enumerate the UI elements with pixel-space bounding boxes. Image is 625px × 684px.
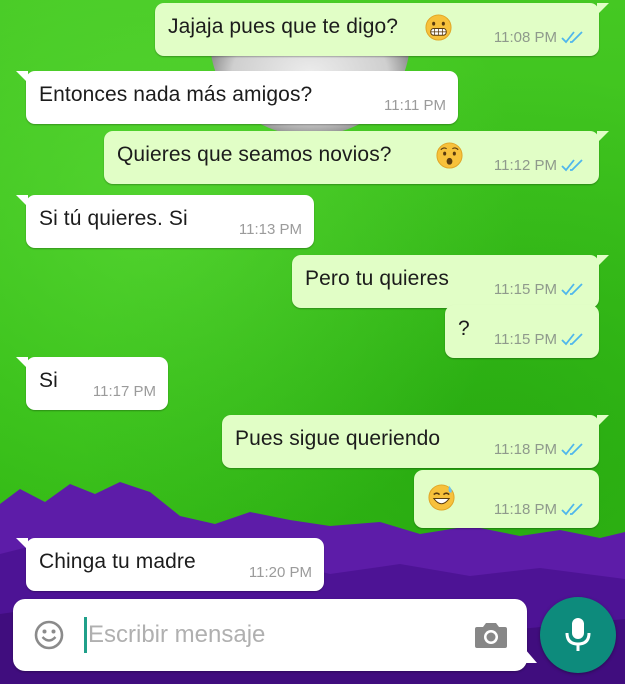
- message-bubble-outgoing[interactable]: 11:18 PM: [414, 470, 599, 528]
- message-bubble-incoming[interactable]: Si tú quieres. Si 11:13 PM: [16, 195, 314, 248]
- voice-record-button[interactable]: [540, 597, 616, 673]
- hushed-face-icon: [436, 142, 463, 169]
- double-check-read-icon: [561, 502, 583, 515]
- message-meta: 11:15 PM: [494, 331, 585, 348]
- message-meta: 11:15 PM: [494, 281, 585, 298]
- message-meta: 11:18 PM: [494, 501, 585, 518]
- message-composer: [13, 599, 537, 671]
- camera-icon[interactable]: [473, 620, 509, 650]
- double-check-read-icon: [561, 442, 583, 455]
- message-bubble-incoming[interactable]: Chinga tu madre 11:20 PM: [16, 538, 324, 591]
- message-bubble-outgoing[interactable]: Pero tu quieres 11:15 PM: [292, 255, 609, 308]
- message-time: 11:11 PM: [384, 97, 446, 114]
- grimacing-face-icon: [425, 14, 452, 41]
- double-check-read-icon: [561, 282, 583, 295]
- message-meta: 11:12 PM: [494, 157, 585, 174]
- double-check-read-icon: [561, 30, 583, 43]
- message-bubble-outgoing[interactable]: Pues sigue queriendo 11:18 PM: [222, 415, 609, 468]
- message-text: Pues sigue queriendo: [235, 427, 441, 450]
- message-time: 11:18 PM: [493, 501, 557, 518]
- message-bubble-incoming[interactable]: Entonces nada más amigos? 11:11 PM: [16, 71, 458, 124]
- text-cursor: [84, 617, 87, 653]
- message-time: 11:15 PM: [493, 331, 557, 348]
- message-time: 11:18 PM: [493, 441, 557, 458]
- smiley-icon[interactable]: [33, 619, 65, 651]
- message-bubble-outgoing[interactable]: Jajaja pues que te digo? 11:08 PM: [155, 3, 609, 56]
- message-meta: 11:08 PM: [494, 29, 585, 46]
- message-time: 11:17 PM: [92, 383, 156, 400]
- message-text: Pero tu quieres: [305, 267, 449, 290]
- message-text: Si: [39, 369, 58, 392]
- double-check-read-icon: [561, 332, 583, 345]
- grinning-sweat-face-icon: [428, 484, 455, 511]
- message-text: Quieres que seamos novios?: [117, 143, 392, 166]
- message-bubble-outgoing[interactable]: Quieres que seamos novios? 11:12 PM: [104, 131, 609, 184]
- message-input[interactable]: [88, 615, 458, 655]
- message-time: 11:15 PM: [493, 281, 557, 298]
- message-text: Jajaja pues que te digo?: [168, 15, 399, 38]
- microphone-icon: [565, 618, 591, 651]
- message-time: 11:13 PM: [238, 221, 302, 238]
- message-bubble-outgoing[interactable]: ? 11:15 PM: [445, 305, 599, 358]
- message-time: 11:12 PM: [493, 157, 557, 174]
- message-time: 11:20 PM: [248, 564, 312, 581]
- message-meta: 11:18 PM: [494, 441, 585, 458]
- message-text: Entonces nada más amigos?: [39, 83, 313, 106]
- message-bubble-incoming[interactable]: Si 11:17 PM: [16, 357, 168, 410]
- message-text: ?: [458, 317, 470, 340]
- message-time: 11:08 PM: [493, 29, 557, 46]
- message-text: Chinga tu madre: [39, 550, 196, 573]
- message-text: Si tú quieres. Si: [39, 207, 188, 230]
- double-check-read-icon: [561, 158, 583, 171]
